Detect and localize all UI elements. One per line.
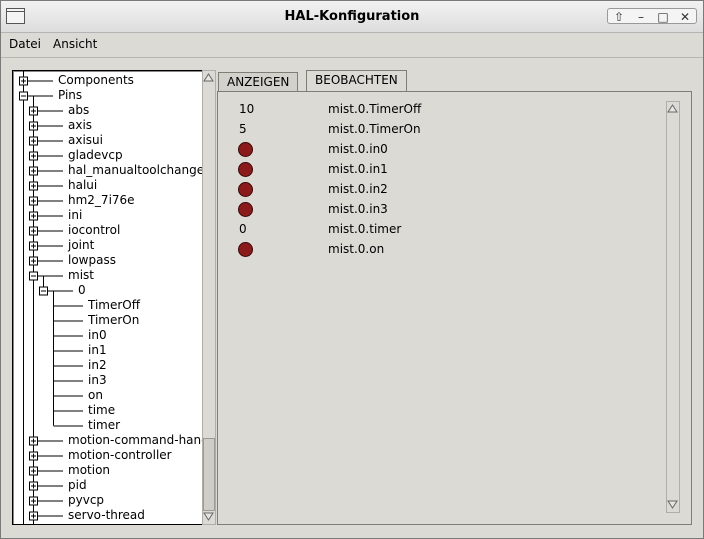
minimize-icon[interactable]: – — [630, 9, 652, 25]
menu-bar: Datei Ansicht — [1, 33, 703, 58]
tree-item[interactable]: lowpass — [68, 253, 116, 268]
scroll-down-icon[interactable] — [667, 499, 678, 510]
tree-item[interactable]: motion-command-handler — [68, 433, 202, 448]
watch-row[interactable]: 0 mist.0.timer — [218, 219, 658, 239]
watch-value: 0 — [239, 222, 247, 236]
hal-configuration-window: HAL-Konfiguration ⇧ – □ ✕ Datei Ansicht … — [0, 0, 704, 539]
tree-item[interactable]: TimerOff — [88, 298, 140, 313]
watch-pin-name: mist.0.in3 — [328, 202, 388, 216]
watch-pin-name: mist.0.in2 — [328, 182, 388, 196]
expand-icon[interactable] — [29, 436, 38, 446]
watch-row[interactable]: 5 mist.0.TimerOn — [218, 119, 658, 139]
expand-icon[interactable] — [19, 76, 28, 86]
scroll-up-icon[interactable] — [203, 72, 214, 83]
close-icon[interactable]: ✕ — [674, 9, 696, 25]
collapse-icon[interactable] — [29, 271, 38, 281]
watch-scrollbar[interactable] — [666, 101, 680, 513]
led-indicator-icon — [238, 202, 253, 217]
led-indicator-icon — [238, 142, 253, 157]
watch-value: 10 — [239, 102, 255, 116]
tree-item[interactable]: time — [88, 403, 115, 418]
expand-icon[interactable] — [29, 451, 38, 461]
tree-item[interactable]: Components — [58, 73, 134, 88]
tree-item[interactable]: abs — [68, 103, 89, 118]
tree-item[interactable]: motion-controller — [68, 448, 172, 463]
raise-icon[interactable]: ⇧ — [608, 9, 630, 25]
watch-row[interactable]: 10 mist.0.TimerOff — [218, 99, 658, 119]
tree-scrollbar[interactable] — [202, 70, 216, 525]
watch-pin-name: mist.0.timer — [328, 222, 402, 236]
expand-icon[interactable] — [29, 151, 38, 161]
tree-item[interactable]: halui — [68, 178, 97, 193]
watch-pin-name: mist.0.TimerOff — [328, 102, 422, 116]
watch-pin-name: mist.0.TimerOn — [328, 122, 421, 136]
tree-item[interactable]: iocontrol — [68, 223, 120, 238]
expand-icon[interactable] — [29, 136, 38, 146]
expand-icon[interactable] — [29, 226, 38, 236]
tree-item[interactable]: in3 — [88, 373, 107, 388]
tree-item[interactable]: in2 — [88, 358, 107, 373]
watch-panel: 10 mist.0.TimerOff 5 mist.0.TimerOn mist.0.i… — [217, 91, 692, 525]
scroll-up-icon[interactable] — [667, 103, 678, 114]
expand-icon[interactable] — [29, 121, 38, 131]
watch-pin-name: mist.0.in0 — [328, 142, 388, 156]
watch-row[interactable]: mist.0.in1 — [218, 159, 658, 179]
tree-item[interactable]: gladevcp — [68, 148, 123, 163]
expand-icon[interactable] — [29, 241, 38, 251]
tree-item[interactable]: axisui — [68, 133, 103, 148]
expand-icon[interactable] — [29, 211, 38, 221]
watch-row[interactable]: mist.0.in2 — [218, 179, 658, 199]
scroll-down-icon[interactable] — [203, 511, 214, 522]
tree-item[interactable]: hm2_7i76e — [68, 193, 135, 208]
tree-scrollbar-thumb[interactable] — [203, 438, 215, 511]
watch-pin-name: mist.0.in1 — [328, 162, 388, 176]
expand-icon[interactable] — [29, 466, 38, 476]
tree-item[interactable]: TimerOn — [88, 313, 139, 328]
menu-file[interactable]: Datei — [9, 37, 41, 51]
led-indicator-icon — [238, 162, 253, 177]
tree-item[interactable]: timer — [88, 418, 120, 433]
expand-icon[interactable] — [29, 166, 38, 176]
tree-item[interactable]: ini — [68, 208, 82, 223]
tab-beobachten[interactable]: BEOBACHTEN — [306, 70, 407, 93]
tree-item[interactable]: in1 — [88, 343, 107, 358]
watch-pin-name: mist.0.on — [328, 242, 385, 256]
expand-icon[interactable] — [29, 196, 38, 206]
tree-item[interactable]: motion — [68, 463, 110, 478]
menu-view[interactable]: Ansicht — [53, 37, 97, 51]
tree-item[interactable]: joint — [68, 238, 94, 253]
window-title: HAL-Konfiguration — [284, 9, 420, 24]
tree-item[interactable]: on — [88, 388, 103, 403]
expand-icon[interactable] — [29, 481, 38, 491]
watch-row[interactable]: mist.0.in3 — [218, 199, 658, 219]
watch-row[interactable]: mist.0.on — [218, 239, 658, 259]
tab-anzeigen[interactable]: ANZEIGEN — [218, 72, 299, 92]
tree-item[interactable]: 0 — [78, 283, 86, 298]
tree-item[interactable]: pyvcp — [68, 493, 104, 508]
maximize-icon[interactable]: □ — [652, 9, 674, 25]
tree-item[interactable]: Pins — [58, 88, 82, 103]
led-indicator-icon — [238, 182, 253, 197]
collapse-icon[interactable] — [39, 286, 48, 296]
expand-icon[interactable] — [29, 181, 38, 191]
watch-value: 5 — [239, 122, 247, 136]
expand-icon[interactable] — [29, 511, 38, 521]
expand-icon[interactable] — [29, 106, 38, 116]
tree-item[interactable]: axis — [68, 118, 92, 133]
watch-row[interactable]: mist.0.in0 — [218, 139, 658, 159]
tree-item[interactable]: mist — [68, 268, 94, 283]
window-buttons: ⇧ – □ ✕ — [607, 8, 697, 24]
tree-item[interactable]: in0 — [88, 328, 107, 343]
expand-icon[interactable] — [29, 256, 38, 266]
expand-icon[interactable] — [29, 496, 38, 506]
tree-item[interactable]: pid — [68, 478, 87, 493]
title-bar[interactable]: HAL-Konfiguration ⇧ – □ ✕ — [1, 1, 703, 33]
tree-item[interactable]: servo-thread — [68, 508, 145, 523]
collapse-icon[interactable] — [19, 91, 28, 101]
pin-tree[interactable]: Components Pins abs axis axisui gladevcp hal_m… — [12, 70, 203, 525]
led-indicator-icon — [238, 242, 253, 257]
tree-item[interactable]: hal_manualtoolchange — [68, 163, 202, 178]
